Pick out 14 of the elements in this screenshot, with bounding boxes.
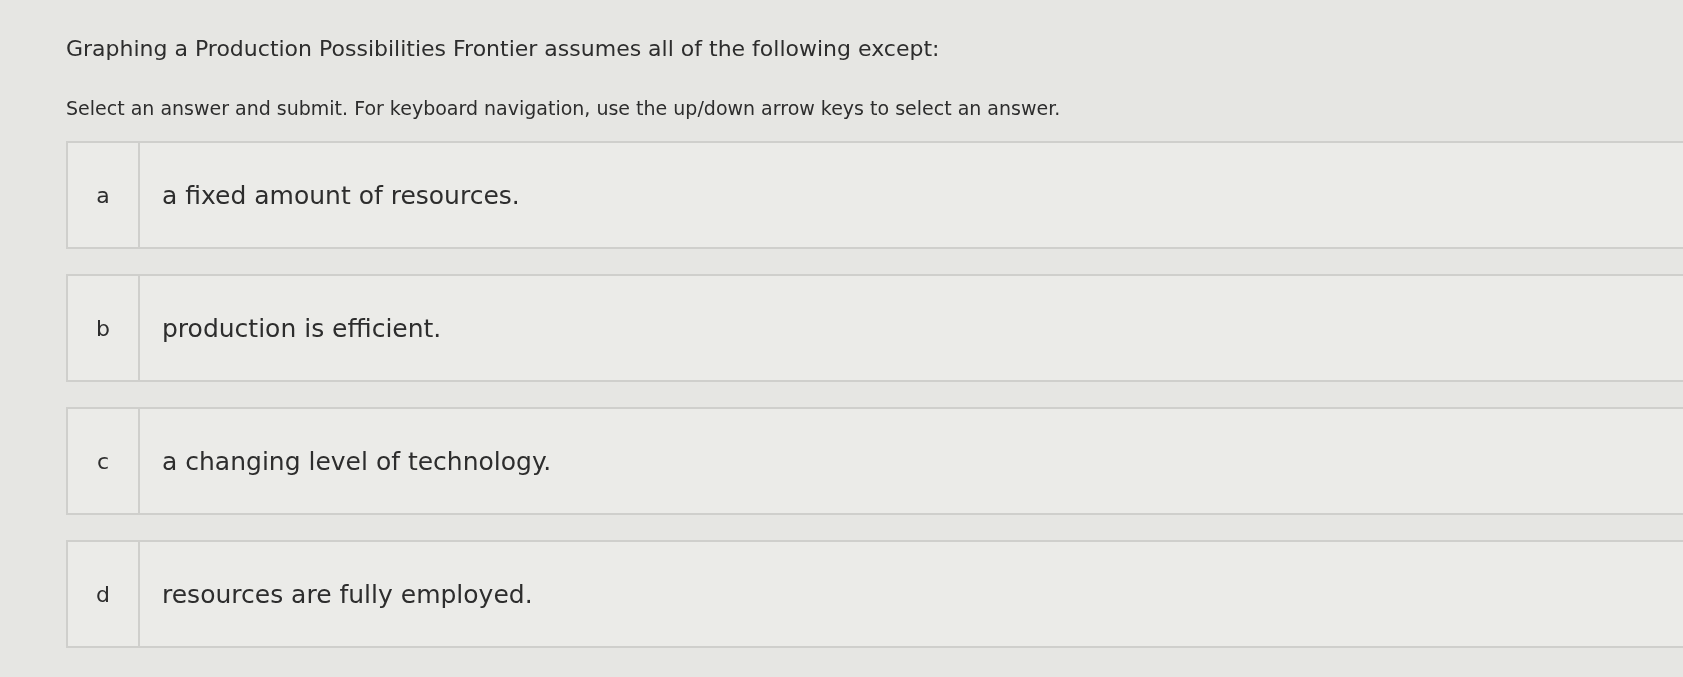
question-text: Graphing a Production Possibilities Frontier assumes all of the following except:	[66, 36, 941, 61]
option-text: a fixed amount of resources.	[161, 179, 520, 212]
option-text: a changing level of technology.	[161, 445, 552, 478]
option-letter: a	[68, 143, 140, 247]
option-letter: d	[68, 542, 140, 646]
answer-option[interactable]: c a changing level of technology.	[66, 407, 1683, 515]
answer-option[interactable]: a a fixed amount of resources.	[66, 141, 1683, 249]
instructions-text: Select an answer and submit. For keyboard navigation, use the up/down arrow keys to select an answer.	[66, 97, 1062, 119]
answer-option[interactable]: b production is efficient.	[66, 274, 1683, 382]
option-letter: c	[68, 409, 140, 513]
option-text: resources are fully employed.	[161, 578, 533, 611]
option-text: production is efficient.	[161, 312, 442, 345]
answer-option[interactable]: d resources are fully employed.	[66, 540, 1683, 648]
option-letter: b	[68, 276, 140, 380]
